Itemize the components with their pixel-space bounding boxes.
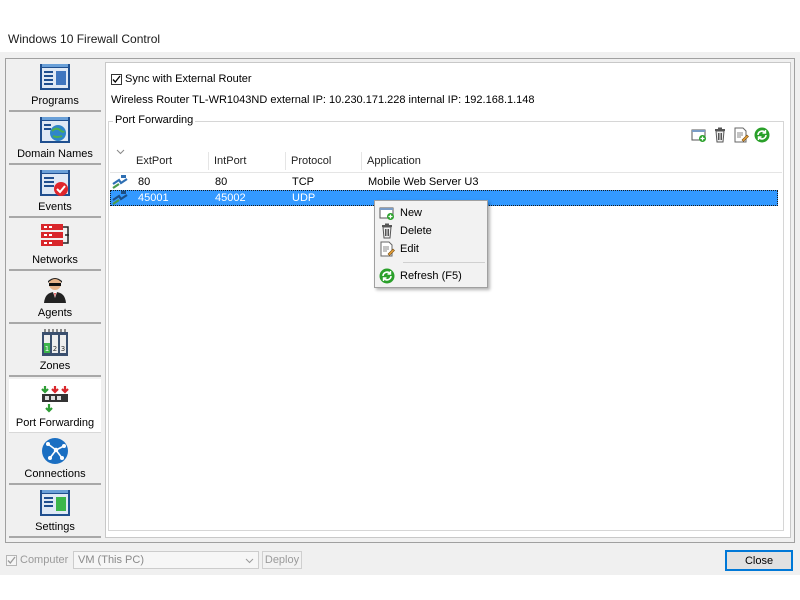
sidebar-item-port-forwarding[interactable]: Port Forwarding bbox=[9, 379, 101, 433]
column-divider[interactable] bbox=[285, 152, 286, 170]
computer-option[interactable]: Computer bbox=[6, 554, 68, 566]
edit-icon bbox=[734, 127, 749, 143]
context-menu-refresh[interactable]: Refresh (F5) bbox=[377, 267, 485, 285]
chevron-down-icon bbox=[245, 558, 254, 564]
cell-intport: 45002 bbox=[215, 192, 246, 204]
sidebar-item-label: Agents bbox=[37, 307, 73, 319]
context-menu-edit[interactable]: Edit bbox=[377, 240, 485, 258]
window-title: Windows 10 Firewall Control bbox=[8, 32, 161, 46]
new-icon bbox=[691, 129, 706, 142]
context-menu-new[interactable]: New bbox=[377, 204, 485, 222]
delete-icon bbox=[715, 127, 725, 143]
close-button[interactable]: Close bbox=[725, 550, 793, 571]
settings-icon bbox=[40, 490, 70, 516]
sidebar-item-label: Domain Names bbox=[17, 148, 93, 160]
sidebar-item-label: Port Forwarding bbox=[15, 417, 95, 429]
sidebar-item-label: Settings bbox=[35, 521, 75, 533]
sidebar-item-domain-names[interactable]: Domain Names bbox=[9, 114, 101, 165]
column-header-extport[interactable]: ExtPort bbox=[136, 155, 172, 167]
checkmark-icon bbox=[112, 75, 121, 83]
context-menu-label: New bbox=[400, 207, 423, 219]
context-menu-separator bbox=[403, 262, 485, 263]
port-forwarding-group-label: Port Forwarding bbox=[113, 114, 196, 126]
table-row[interactable]: 80 80 TCP Mobile Web Server U3 bbox=[110, 174, 778, 190]
chevron-down-icon bbox=[116, 149, 125, 155]
connections-icon bbox=[42, 438, 68, 464]
column-header-protocol[interactable]: Protocol bbox=[291, 155, 331, 167]
svg-text:2: 2 bbox=[53, 345, 57, 353]
checkmark-icon bbox=[7, 556, 16, 564]
delete-button[interactable] bbox=[711, 126, 729, 144]
sidebar-item-programs[interactable]: Programs bbox=[9, 61, 101, 112]
context-menu-label: Edit bbox=[400, 243, 419, 255]
column-divider[interactable] bbox=[208, 152, 209, 170]
sync-router-checkbox[interactable] bbox=[111, 73, 122, 85]
sync-router-label: Sync with External Router bbox=[125, 73, 252, 85]
column-header-application[interactable]: Application bbox=[367, 155, 421, 167]
cell-application: Mobile Web Server U3 bbox=[368, 176, 479, 188]
cell-protocol: TCP bbox=[292, 176, 314, 188]
svg-text:1: 1 bbox=[45, 345, 49, 353]
events-icon bbox=[40, 170, 70, 196]
sidebar-item-label: Zones bbox=[39, 360, 71, 372]
edit-icon bbox=[380, 241, 395, 257]
domain-names-icon bbox=[40, 117, 70, 143]
cell-extport: 80 bbox=[138, 176, 151, 188]
sidebar-item-label: Programs bbox=[31, 95, 79, 107]
sidebar-item-label: Networks bbox=[32, 254, 78, 266]
new-icon bbox=[379, 207, 394, 220]
sidebar-item-connections[interactable]: Connections bbox=[9, 434, 101, 485]
new-button[interactable] bbox=[690, 126, 708, 144]
sidebar-item-agents[interactable]: Agents bbox=[9, 273, 101, 324]
sidebar-item-networks[interactable]: Networks bbox=[9, 220, 101, 271]
sidebar-item-settings[interactable]: Settings bbox=[9, 487, 101, 538]
zones-icon: 1 2 3 bbox=[42, 329, 68, 356]
programs-icon bbox=[40, 64, 70, 90]
cell-protocol: UDP bbox=[292, 192, 316, 204]
computer-checkbox[interactable] bbox=[6, 554, 17, 566]
router-info: Wireless Router TL-WR1043ND external IP:… bbox=[111, 94, 535, 106]
deploy-button[interactable]: Deploy bbox=[262, 551, 302, 569]
edit-button[interactable] bbox=[732, 126, 750, 144]
cell-extport: 45001 bbox=[138, 192, 169, 204]
port-forwarding-icon bbox=[41, 386, 69, 413]
computer-select[interactable]: VM (This PC) bbox=[73, 551, 259, 569]
cell-intport: 80 bbox=[215, 176, 228, 188]
sidebar-item-label: Connections bbox=[24, 468, 86, 480]
toolbar bbox=[690, 126, 771, 144]
column-divider[interactable] bbox=[361, 152, 362, 170]
refresh-icon bbox=[754, 127, 770, 143]
port-rule-icon bbox=[112, 175, 128, 189]
delete-icon bbox=[382, 223, 392, 239]
column-header-intport[interactable]: IntPort bbox=[214, 155, 246, 167]
table-header: ExtPort IntPort Protocol Application bbox=[110, 148, 782, 173]
computer-select-value: VM (This PC) bbox=[78, 554, 144, 566]
context-menu-label: Delete bbox=[400, 225, 432, 237]
computer-label: Computer bbox=[20, 554, 69, 566]
sidebar-item-label: Events bbox=[38, 201, 72, 213]
refresh-button[interactable] bbox=[753, 126, 771, 144]
sidebar: Programs Domain Names Events Networks Ag… bbox=[9, 61, 101, 539]
context-menu-label: Refresh (F5) bbox=[400, 270, 462, 282]
agents-icon bbox=[44, 278, 66, 303]
context-menu-delete[interactable]: Delete bbox=[377, 222, 485, 240]
svg-text:3: 3 bbox=[61, 345, 65, 353]
sidebar-item-events[interactable]: Events bbox=[9, 167, 101, 218]
context-menu: New Delete Edit Refresh (F5) bbox=[374, 200, 488, 288]
port-rule-icon bbox=[112, 191, 128, 205]
refresh-icon bbox=[379, 268, 395, 284]
sync-router-option[interactable]: Sync with External Router bbox=[111, 73, 252, 85]
sidebar-item-zones[interactable]: 1 2 3 Zones bbox=[9, 326, 101, 377]
networks-icon bbox=[41, 224, 69, 246]
